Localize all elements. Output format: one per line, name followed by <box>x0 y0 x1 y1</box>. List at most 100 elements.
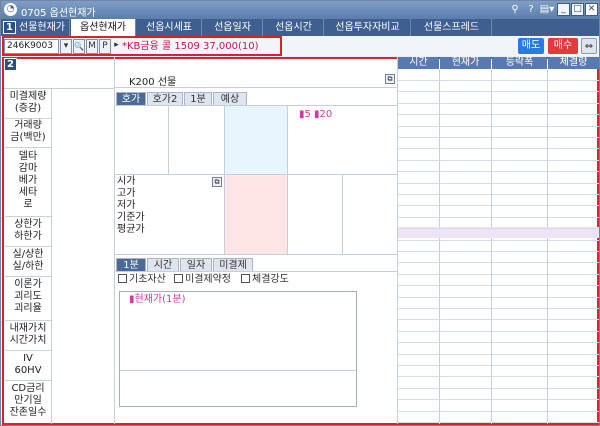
chart-legend: ▮현재가(1분) <box>129 294 186 305</box>
checkbox-underlying-label: 기초자산 <box>129 274 166 285</box>
minimize-button[interactable]: _ <box>557 3 570 16</box>
tab-1min[interactable]: 1분 <box>184 92 212 105</box>
link-icon[interactable]: ⇔ <box>581 38 597 54</box>
copy-icon[interactable]: ⧉ <box>385 74 395 84</box>
table-row <box>398 399 599 400</box>
arrow-right-icon[interactable]: ▸ <box>112 39 121 54</box>
table-row <box>398 103 599 104</box>
divider <box>491 69 492 424</box>
label-theoretical: 이론가 괴리도 괴리율 <box>5 279 51 321</box>
label-greeks: 델타 감마 베가 세타 로 <box>5 149 51 217</box>
grid-header-change: 등락폭 <box>492 57 547 69</box>
divider <box>168 106 169 174</box>
tab-investor-compare[interactable]: 선옵투자자비교 <box>325 19 411 36</box>
table-row <box>398 194 599 195</box>
divider <box>114 57 115 424</box>
table-row <box>398 285 599 286</box>
divider <box>114 271 397 272</box>
tab-bar: 1 선물현재가 옵션현재가 선옵시세표 선옵일자 선옵시간 선옵투자자비교 선물… <box>1 19 599 36</box>
search-icon[interactable]: 🔍 <box>73 39 85 54</box>
buy-button[interactable]: 매수 <box>548 38 578 54</box>
p-button[interactable]: P <box>99 39 111 54</box>
table-row <box>398 114 599 115</box>
tab-quote[interactable]: 호가 <box>116 92 146 105</box>
table-row <box>398 388 599 389</box>
table-row <box>398 205 599 206</box>
grid-header-time: 시간 <box>398 57 439 69</box>
table-row <box>398 411 599 412</box>
settings-icon[interactable]: ▤▾ <box>539 4 555 16</box>
table-row <box>398 183 599 184</box>
copy-icon[interactable]: ⧉ <box>212 177 222 187</box>
table-row <box>398 297 599 298</box>
label-open: 시가 <box>117 176 136 187</box>
table-row <box>398 240 599 241</box>
table-row <box>398 354 599 355</box>
table-row <box>398 171 599 172</box>
checkbox-open-interest-label: 미결제약정 <box>185 274 231 285</box>
title-bar: ◔ 0705 옵션현재가 ⚲ ? ▤▾ _ □ ✕ <box>1 1 599 19</box>
label-base-price: 기준가 <box>117 212 145 223</box>
table-row <box>398 160 599 161</box>
chevron-down-icon[interactable]: ▾ <box>60 39 72 54</box>
tab-futures-price[interactable]: 선물현재가 <box>15 19 70 36</box>
table-row <box>398 217 599 218</box>
tab-quote-table[interactable]: 선옵시세표 <box>137 19 202 36</box>
tab-futures-spread[interactable]: 선물스프레드 <box>412 19 492 36</box>
divider <box>114 254 397 255</box>
tab-chart-time[interactable]: 시간 <box>147 258 179 271</box>
table-row <box>398 251 599 252</box>
tab-daily[interactable]: 선옵일자 <box>203 19 263 36</box>
label-high: 고가 <box>117 188 136 199</box>
close-button[interactable]: ✕ <box>585 3 598 16</box>
divider <box>120 370 356 371</box>
divider <box>4 88 114 89</box>
tab-quote2[interactable]: 호가2 <box>147 92 183 105</box>
divider <box>51 88 52 424</box>
tab-option-price[interactable]: 옵션현재가 <box>71 19 136 36</box>
tab-chart-1min[interactable]: 1분 <box>116 258 146 271</box>
help-icon[interactable]: ? <box>525 4 537 16</box>
m-button[interactable]: M <box>86 39 98 54</box>
k200-futures-label: K200 선물 <box>129 77 177 88</box>
main-window: ◔ 0705 옵션현재가 ⚲ ? ▤▾ _ □ ✕ 1 선물현재가 옵션현재가 … <box>0 0 600 426</box>
code-input[interactable]: 246K9003 <box>4 39 59 54</box>
table-row <box>398 308 599 309</box>
issue-name: *KB금융 콜 1509 37,000(10) <box>122 41 259 52</box>
divider <box>224 106 225 254</box>
label-real-limit: 실/상한 실/하한 <box>5 249 51 277</box>
tab-time[interactable]: 선옵시간 <box>264 19 324 36</box>
grid-header-volume: 체결량 <box>548 57 599 69</box>
table-row <box>398 376 599 377</box>
tab-expected[interactable]: 예상 <box>213 92 247 105</box>
table-row <box>398 126 599 127</box>
maximize-button[interactable]: □ <box>571 3 584 16</box>
grid-header-price: 현재가 <box>440 57 491 69</box>
table-row <box>398 274 599 275</box>
table-row <box>398 80 599 81</box>
table-row <box>398 137 599 138</box>
mini-chart[interactable] <box>119 291 357 407</box>
checkbox-underlying[interactable]: 기초자산 <box>118 274 166 286</box>
window-title: 0705 옵션현재가 <box>21 8 96 19</box>
table-row <box>398 262 599 263</box>
label-value: 내재가치 시간가치 <box>5 323 51 351</box>
label-volume: 거래량 금(백만) <box>5 120 51 148</box>
table-row <box>398 422 599 423</box>
checkbox-open-interest[interactable]: 미결제약정 <box>174 274 231 286</box>
table-row <box>398 331 599 332</box>
ask-quantity-area <box>224 106 287 174</box>
tab-chart-daily[interactable]: 일자 <box>180 258 212 271</box>
label-open-interest: 미결제량 (증감) <box>5 91 51 119</box>
pin-icon[interactable]: ⚲ <box>509 4 521 16</box>
table-row <box>398 91 599 92</box>
bid-quantity-area <box>224 174 287 254</box>
checkbox-strength[interactable]: 체결강도 <box>241 274 289 286</box>
divider <box>114 174 397 175</box>
divider <box>342 174 343 254</box>
table-row <box>398 148 599 149</box>
tab-chart-open-interest[interactable]: 미결제 <box>213 258 253 271</box>
label-cd-rate: CD금리 만기일 잔존일수 <box>5 383 51 423</box>
label-average-price: 평균가 <box>117 224 145 235</box>
sell-button[interactable]: 매도 <box>518 38 544 54</box>
